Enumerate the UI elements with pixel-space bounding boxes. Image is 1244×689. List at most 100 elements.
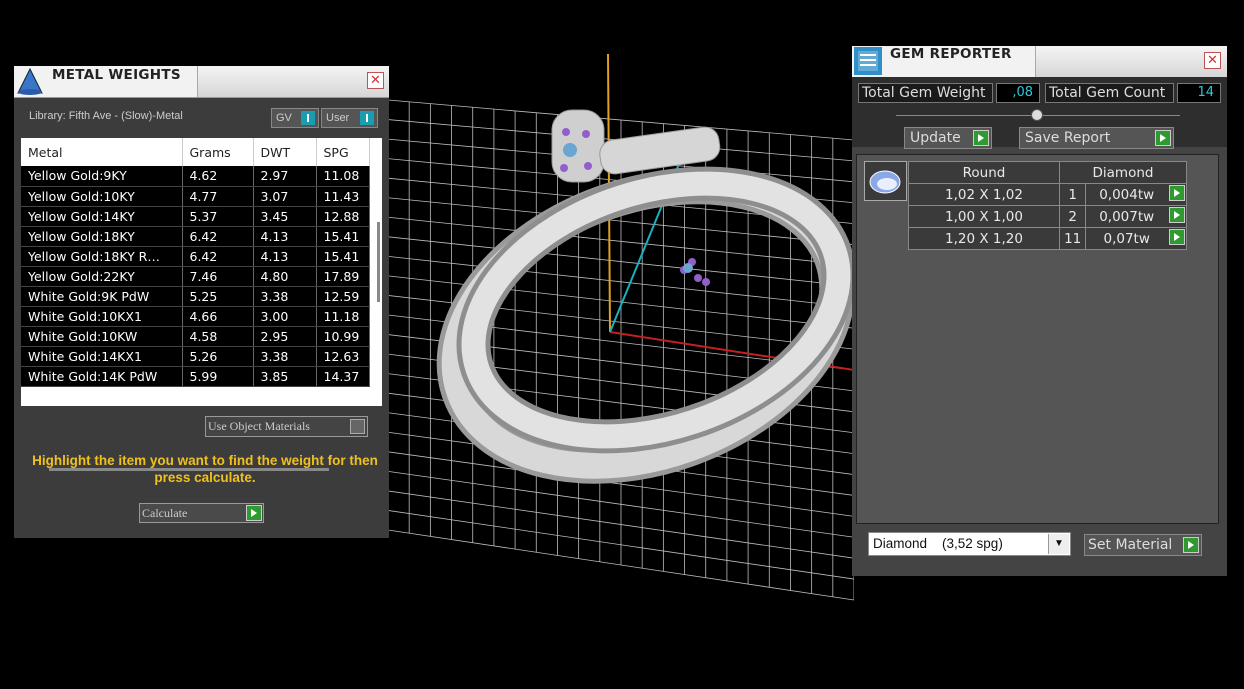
3d-viewport[interactable] [387,40,856,640]
total-gem-count-label: Total Gem Count [1045,83,1174,103]
column-header-dwt[interactable]: DWT [253,138,317,166]
gem-cell: 1 [1058,183,1087,206]
save-report-button[interactable]: Save Report [1019,127,1174,149]
toggle-user-label: User [326,112,350,124]
table-cell: 5.99 [182,366,254,387]
table-cell: 12.88 [316,206,370,227]
material-select[interactable]: Diamond (3,52 spg) ▼ [868,532,1071,556]
table-row[interactable]: Yellow Gold:18KY R… 6.42 4.13 15.41 [21,246,370,267]
table-cell: White Gold:10KX1 [21,306,183,327]
table-cell: 7.46 [182,266,254,287]
gem-row[interactable]: 1,00 X 1,00 2 0,007tw [908,205,1187,228]
panel-title: METAL WEIGHTS [52,67,181,83]
table-cell: Yellow Gold:22KY [21,266,183,287]
table-cell: 3.00 [253,306,317,327]
total-gem-count-value: 14 [1177,83,1221,103]
chevron-down-icon: ▼ [1048,534,1069,554]
set-material-label: Set Material [1088,537,1173,553]
gem-row[interactable]: 1,02 X 1,02 1 0,004tw [908,183,1187,206]
table-cell: Yellow Gold:9KY [21,166,183,187]
column-header-metal[interactable]: Metal [21,138,183,166]
table-cell: 4.80 [253,266,317,287]
table-cell: 2.95 [253,326,317,347]
total-gem-weight-label: Total Gem Weight [858,83,993,103]
ring-model [436,109,856,484]
table-cell: 3.45 [253,206,317,227]
table-cell: 17.89 [316,266,370,287]
checkbox-icon [350,419,365,434]
gem-titlebar[interactable]: GEM REPORTER ✕ [852,46,1227,78]
table-row[interactable]: Yellow Gold:9KY 4.62 2.97 11.08 [21,166,370,187]
table-cell: Yellow Gold:18KY R… [21,246,183,267]
table-cell: 5.37 [182,206,254,227]
table-row[interactable]: White Gold:10KW 4.58 2.95 10.99 [21,326,370,347]
gem-material-header: Diamond [1059,161,1187,184]
table-cell: 4.58 [182,326,254,347]
table-cell: Yellow Gold:14KY [21,206,183,227]
material-select-value: Diamond (3,52 spg) [873,536,1003,551]
play-arrow-icon[interactable] [1169,207,1185,223]
metal-titlebar[interactable]: METAL WEIGHTS ✕ [14,66,389,98]
table-cell: 11.43 [316,186,370,207]
gem-cut-header: Round [908,161,1060,184]
gem-cell: 11 [1058,227,1087,250]
vertical-scrollbar[interactable] [377,222,380,302]
table-cell: 3.38 [253,286,317,307]
table-cell: White Gold:14K PdW [21,366,183,387]
set-material-button[interactable]: Set Material [1084,534,1202,556]
table-cell: 10.99 [316,326,370,347]
close-button[interactable]: ✕ [1204,52,1221,69]
table-row[interactable]: White Gold:10KX1 4.66 3.00 11.18 [21,306,370,327]
table-row[interactable]: White Gold:9K PdW 5.25 3.38 12.59 [21,286,370,307]
gem-cell: 0,007tw [1085,205,1187,228]
column-header-grams[interactable]: Grams [182,138,254,166]
table-cell: White Gold:9K PdW [21,286,183,307]
table-cell: 5.25 [182,286,254,307]
table-row[interactable]: Yellow Gold:14KY 5.37 3.45 12.88 [21,206,370,227]
metal-table[interactable]: Metal Grams DWT SPG Yellow Gold:9KY 4.62 2… [21,138,382,471]
toggle-knob-icon [301,111,315,125]
table-cell: 4.62 [182,166,254,187]
update-button[interactable]: Update [904,127,992,149]
update-label: Update [910,130,961,146]
gem-table: Round Diamond 1,02 X 1,02 1 0,004tw 1,00 X … [908,161,1187,250]
use-object-materials-toggle[interactable]: Use Object Materials [205,416,368,437]
gem-shape-thumbnail[interactable] [864,161,907,201]
slider-handle[interactable] [1031,109,1043,121]
table-cell: Yellow Gold:18KY [21,226,183,247]
table-cell: 4.77 [182,186,254,207]
table-cell: 4.13 [253,246,317,267]
close-button[interactable]: ✕ [367,72,384,89]
toggle-user[interactable]: User [321,108,378,128]
table-row[interactable]: Yellow Gold:10KY 4.77 3.07 11.43 [21,186,370,207]
panel-title: GEM REPORTER [890,46,1012,62]
table-cell: White Gold:10KW [21,326,183,347]
calculate-label: Calculate [142,506,188,520]
column-header-spg[interactable]: SPG [316,138,370,166]
gem-row[interactable]: 1,20 X 1,20 11 0,07tw [908,227,1187,250]
gem-cell: 1,00 X 1,00 [908,205,1060,228]
table-row[interactable]: Yellow Gold:22KY 7.46 4.80 17.89 [21,266,370,287]
total-gem-weight-value: ,08 [996,83,1040,103]
table-row[interactable]: White Gold:14K PdW 5.99 3.85 14.37 [21,366,370,387]
table-cell: Yellow Gold:10KY [21,186,183,207]
toggle-gv[interactable]: GV [271,108,319,128]
table-cell: White Gold:14KX1 [21,346,183,367]
table-cell: 5.26 [182,346,254,367]
table-cell: 15.41 [316,246,370,267]
table-cell: 12.59 [316,286,370,307]
gem-cell: 1,02 X 1,02 [908,183,1060,206]
metal-weights-panel: METAL WEIGHTS ✕ Library: Fifth Ave - (Sl… [14,66,389,538]
table-row[interactable]: White Gold:14KX1 5.26 3.38 12.63 [21,346,370,367]
calculate-button[interactable]: Calculate [139,503,264,523]
gem-list[interactable]: Round Diamond 1,02 X 1,02 1 0,004tw 1,00 X … [856,154,1219,524]
play-arrow-icon [1183,537,1199,553]
table-cell: 14.37 [316,366,370,387]
gem-report-icon [854,47,882,75]
play-arrow-icon[interactable] [1169,229,1185,245]
play-arrow-icon[interactable] [1169,185,1185,201]
table-row[interactable]: Yellow Gold:18KY 6.42 4.13 15.41 [21,226,370,247]
toggle-gv-label: GV [276,112,292,124]
table-cell: 4.66 [182,306,254,327]
play-arrow-icon [1155,130,1171,146]
